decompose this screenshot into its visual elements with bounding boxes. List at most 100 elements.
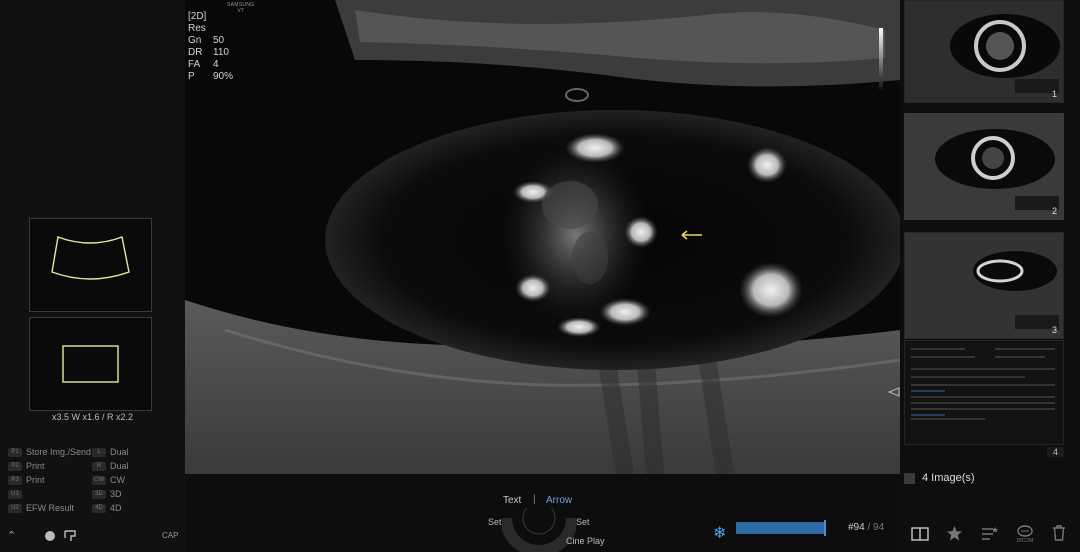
key-badge: 3D	[92, 490, 106, 500]
key-label: Dual	[110, 461, 129, 471]
imaging-parameters: [2D] Res Gn 50 DR 110 FA 4 P 90%	[188, 11, 233, 83]
thumbnail-4-report[interactable]	[904, 340, 1064, 445]
key-efw-result[interactable]: U2 EFW Result	[8, 503, 75, 514]
bottom-right-toolbar: DICOM	[902, 520, 1080, 552]
cine-play-button[interactable]: Cine Play	[566, 536, 605, 546]
param-key: Res	[188, 23, 206, 34]
right-thumbnail-panel: 1 2 3 4 4 Image(s)	[902, 0, 1080, 552]
key-3d[interactable]: 3D 3D	[92, 489, 122, 500]
key-label: 4D	[110, 503, 122, 513]
key-badge: U1	[8, 490, 22, 500]
key-print-p2[interactable]: P2 Print	[8, 461, 45, 472]
sector-outline-icon	[51, 236, 130, 280]
key-badge: CW	[92, 476, 106, 486]
key-badge: P3	[8, 476, 22, 486]
key-store-send[interactable]: P1 Store Img./Send	[8, 447, 92, 458]
key-badge: L	[92, 448, 106, 458]
param-key: FA	[188, 59, 201, 70]
logo-model: V7	[237, 8, 245, 14]
key-badge: P2	[8, 462, 22, 472]
thumbnail-2[interactable]: 2	[904, 113, 1064, 220]
grayscale-bar	[879, 28, 883, 94]
key-4d[interactable]: 4D 4D	[92, 503, 122, 514]
param-value: 4	[213, 59, 219, 70]
key-label: Store Img./Send	[26, 447, 92, 457]
key-dual-l[interactable]: L Dual	[92, 447, 129, 458]
thumbnail-number: 2	[1051, 206, 1057, 216]
key-badge: R	[92, 462, 106, 472]
frame-current: #94	[848, 522, 865, 533]
annotation-list-icon[interactable]	[981, 525, 999, 542]
cine-progress-marker[interactable]	[824, 520, 826, 536]
cine-progress-bar[interactable]	[736, 522, 826, 534]
frame-slash: /	[864, 522, 874, 533]
snowflake-icon[interactable]: ❄	[713, 523, 726, 543]
image-count: 4 Image(s)	[922, 472, 975, 484]
frame-total: 94	[873, 522, 885, 533]
text-mode-button[interactable]: Text	[503, 495, 521, 506]
annotation-arrow-icon[interactable]	[680, 229, 704, 241]
star-icon[interactable]	[946, 525, 963, 542]
thumbnail-number: 3	[1051, 325, 1057, 335]
key-u1[interactable]: U1	[8, 489, 26, 500]
key-badge: U2	[8, 504, 22, 514]
param-row: FA 4	[188, 59, 233, 71]
thumbnail-scan	[905, 114, 1063, 219]
param-row: Gn 50	[188, 35, 233, 47]
frame-counter: #94 / 94	[848, 522, 884, 533]
set-right-button[interactable]: Set	[576, 517, 590, 527]
key-label: Dual	[110, 447, 129, 457]
ultrasound-scan	[185, 0, 900, 474]
transducer-icon[interactable]	[62, 529, 78, 543]
set-left-button[interactable]: Set	[488, 517, 502, 527]
bottom-left-bar: ⌃ CAP	[0, 524, 185, 552]
ultrasound-image[interactable]: [2D] Res Gn 50 DR 110 FA 4 P 90% SAMSUNG V7	[185, 0, 900, 474]
samsung-logo: SAMSUNG V7	[227, 2, 254, 14]
bottom-control-area: Text | Arrow Set Set Cine Play ❄ #94 / 9…	[185, 474, 902, 552]
key-label: Print	[26, 475, 45, 485]
trash-icon[interactable]	[1052, 525, 1066, 541]
mode-separator: |	[533, 494, 536, 505]
param-row: P 90%	[188, 71, 233, 83]
cursor-arrow-icon	[887, 387, 900, 397]
dual-layout-icon[interactable]	[911, 527, 929, 541]
param-key: P	[188, 71, 195, 82]
svg-text:DICOM: DICOM	[1017, 538, 1034, 544]
param-key: DR	[188, 47, 203, 58]
param-value: 90%	[213, 71, 234, 82]
zoom-readout: x3.5 W x1.6 / R x2.2	[51, 412, 134, 422]
thumbnail-scan	[905, 1, 1063, 102]
thumbnail-3[interactable]: 3	[904, 232, 1064, 339]
key-cw[interactable]: CW CW	[92, 475, 125, 486]
zoom-box-preview	[29, 317, 152, 411]
key-dual-r[interactable]: R Dual	[92, 461, 129, 472]
image-count-row[interactable]: 4 Image(s)	[902, 472, 1080, 484]
param-value: 50	[213, 35, 225, 46]
key-label: 3D	[110, 489, 122, 499]
trackball-dial-icon[interactable]	[502, 508, 576, 552]
chevron-up-icon[interactable]: ⌃	[7, 529, 16, 542]
dicom-icon[interactable]: DICOM	[1015, 523, 1035, 544]
param-key: Gn	[188, 35, 202, 46]
select-all-checkbox[interactable]	[904, 472, 915, 484]
param-value: 110	[213, 47, 229, 58]
cine-progress-fill	[736, 522, 824, 534]
key-label: CW	[110, 475, 125, 485]
key-label: EFW Result	[26, 503, 75, 513]
param-row: DR 110	[188, 47, 233, 59]
report-thumbnail	[905, 341, 1063, 444]
param-row: Res	[188, 23, 233, 35]
key-badge: 4D	[92, 504, 106, 514]
thumbnail-scan	[905, 233, 1063, 338]
cap-label: CAP	[162, 531, 179, 540]
probe-sector-preview	[29, 218, 152, 312]
thumbnail-number: 1	[1051, 89, 1057, 99]
key-print-p3[interactable]: P3 Print	[8, 475, 45, 486]
arrow-mode-button[interactable]: Arrow	[546, 495, 572, 506]
zoom-rect-icon	[62, 345, 119, 383]
key-label: Print	[26, 461, 45, 471]
record-dot-icon[interactable]	[44, 530, 56, 542]
thumbnail-1[interactable]: 1	[904, 0, 1064, 103]
key-badge: P1	[8, 448, 22, 458]
page-indicator[interactable]: 4	[1047, 447, 1065, 457]
